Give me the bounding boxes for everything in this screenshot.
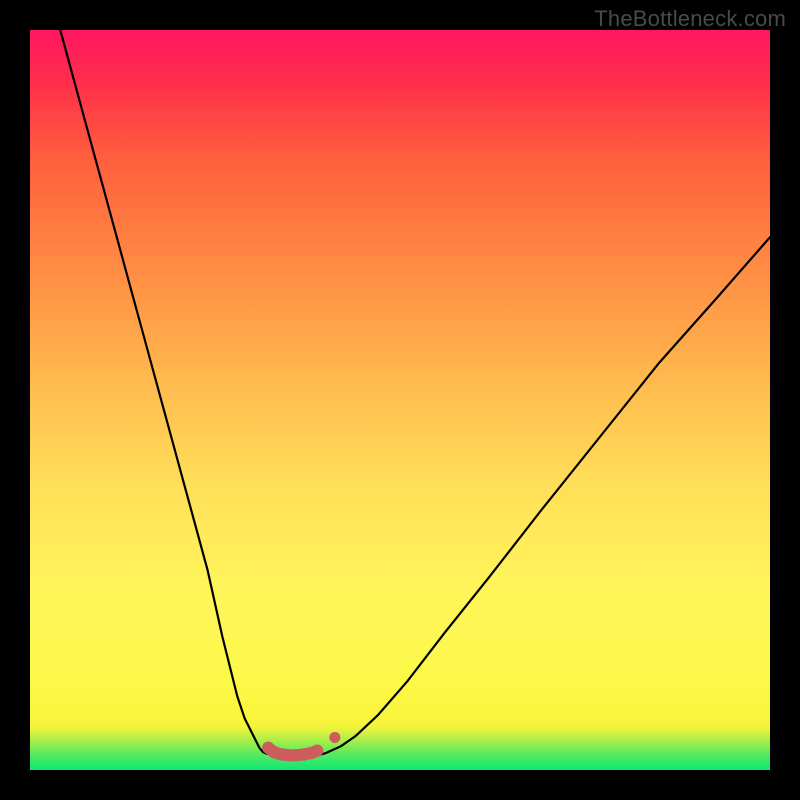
marker-group: [262, 732, 340, 761]
right-curve: [319, 237, 770, 755]
marker-dot-outlier: [329, 732, 340, 743]
plot-area: [30, 30, 770, 770]
watermark-text: TheBottleneck.com: [594, 6, 786, 32]
curve-group: [52, 30, 770, 756]
marker-dot: [311, 745, 323, 757]
left-curve: [52, 30, 274, 755]
chart-svg: [30, 30, 770, 770]
chart-frame: TheBottleneck.com: [0, 0, 800, 800]
